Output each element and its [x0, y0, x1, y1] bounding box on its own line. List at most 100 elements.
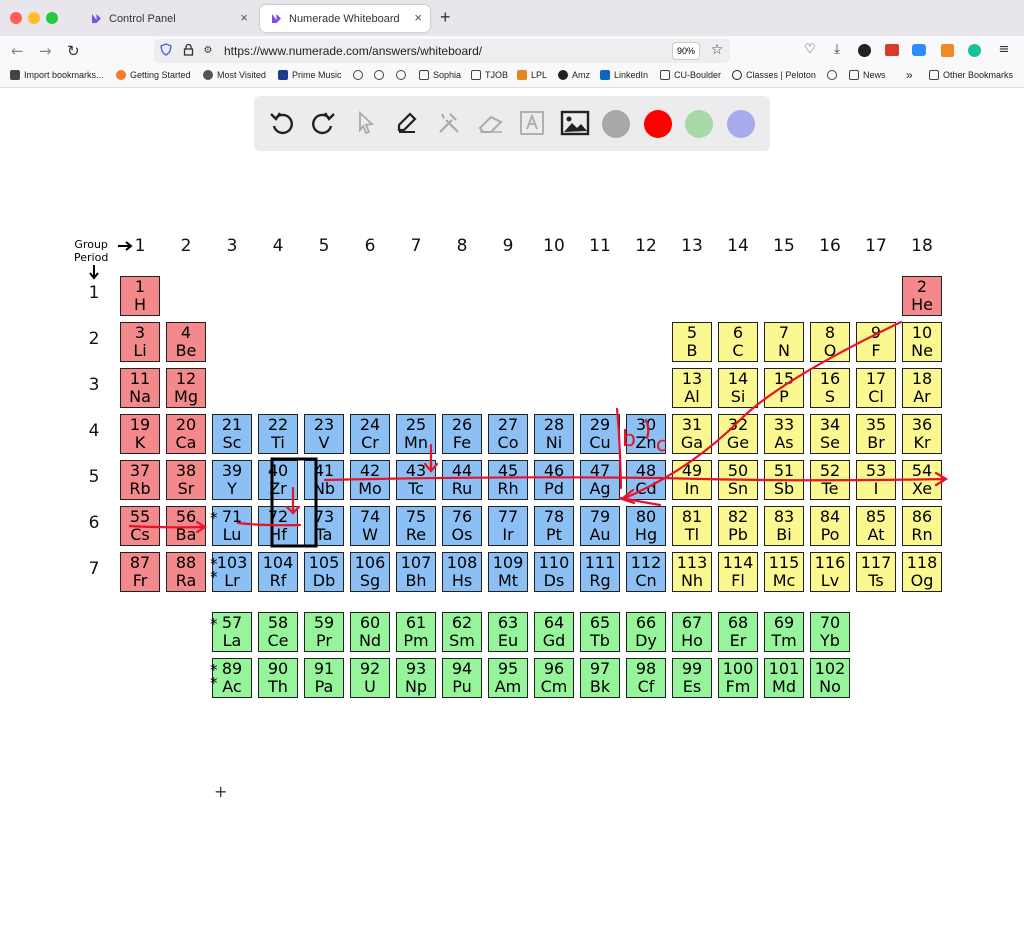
bookmark-lpl[interactable]: LPL: [517, 70, 547, 80]
element-symbol: F: [871, 341, 881, 360]
atomic-number: 60: [359, 613, 381, 632]
crosshair-cursor-icon: +: [214, 782, 228, 801]
atomic-number: 81: [681, 507, 703, 526]
maximize-window-button[interactable]: [46, 12, 58, 24]
element-cell: 3 Li: [120, 322, 160, 362]
tab-control-panel[interactable]: Control Panel ×: [80, 5, 256, 32]
address-bar[interactable]: ⚙ https://www.numerade.com/answers/white…: [154, 39, 730, 63]
bookmark-other[interactable]: Other Bookmarks: [929, 70, 1013, 80]
tab-close-icon[interactable]: ×: [414, 10, 422, 25]
image-icon[interactable]: [559, 107, 591, 139]
close-window-button[interactable]: [10, 12, 22, 24]
atomic-number: 16: [819, 369, 841, 388]
undo-icon[interactable]: [266, 107, 298, 139]
pen-icon[interactable]: [391, 107, 423, 139]
bookmark-peloton[interactable]: Classes | Peloton: [732, 70, 816, 80]
bookmark-linkedin[interactable]: LinkedIn: [600, 70, 648, 80]
color-swatch-gray[interactable]: [602, 110, 630, 138]
atomic-number: 50: [727, 461, 749, 480]
element-symbol: Mo: [358, 479, 382, 498]
atomic-number: 39: [221, 461, 243, 480]
atomic-number: 36: [911, 415, 933, 434]
element-symbol: Lr: [224, 571, 240, 590]
grammarly-icon[interactable]: [966, 42, 982, 58]
pocket-icon[interactable]: ♡: [802, 42, 818, 58]
element-symbol: Mt: [497, 571, 519, 590]
permissions-icon[interactable]: ⚙: [200, 43, 216, 59]
element-symbol: Pm: [403, 631, 429, 650]
atomic-number: 61: [405, 613, 427, 632]
element-symbol: Sc: [222, 433, 242, 452]
bookmarks-bar: Import bookmarks... Getting Started Most…: [0, 66, 1024, 88]
element-cell: 64 Gd: [534, 612, 574, 652]
element-cell: 32 Ge: [718, 414, 758, 454]
color-swatch-red[interactable]: [644, 110, 672, 138]
atomic-number: 35: [865, 415, 887, 434]
lpl-icon: [517, 70, 527, 80]
bookmark-sophia[interactable]: Sophia: [419, 70, 461, 80]
color-swatch-green[interactable]: [685, 110, 713, 138]
forward-icon[interactable]: →: [39, 42, 52, 60]
color-swatch-purple[interactable]: [727, 110, 755, 138]
element-cell: 48 Cd: [626, 460, 666, 500]
element-symbol: Sm: [449, 631, 475, 650]
bookmark-getting-started[interactable]: Getting Started: [116, 70, 191, 80]
bookmark-tjob[interactable]: TJOB: [471, 70, 508, 80]
atomic-number: 49: [681, 461, 703, 480]
element-cell: 55 Cs: [120, 506, 160, 546]
extension-red-icon[interactable]: [884, 42, 900, 58]
bookmark-globe-2[interactable]: [374, 70, 388, 80]
element-cell: 85 At: [856, 506, 896, 546]
element-symbol: He: [911, 295, 933, 314]
menu-icon[interactable]: ≡: [996, 42, 1012, 58]
element-cell: 14 Si: [718, 368, 758, 408]
tools-icon[interactable]: [433, 107, 465, 139]
tab-close-icon[interactable]: ×: [240, 10, 248, 25]
element-cell: 94 Pu: [442, 658, 482, 698]
element-cell: 100 Fm: [718, 658, 758, 698]
bookmark-globe-4[interactable]: [827, 70, 841, 80]
redo-icon[interactable]: [307, 107, 339, 139]
atomic-number: 77: [497, 507, 519, 526]
period-number: 4: [88, 421, 100, 441]
back-icon[interactable]: ←: [11, 42, 24, 60]
shield-icon[interactable]: [158, 43, 174, 59]
atomic-number: 75: [405, 507, 427, 526]
element-symbol: Cu: [589, 433, 611, 452]
downloads-icon[interactable]: ⤓: [829, 42, 845, 58]
numerade-favicon-icon: [90, 12, 103, 25]
element-cell: 53 I: [856, 460, 896, 500]
bookmarks-more-icon[interactable]: »: [906, 68, 913, 82]
bookmark-globe-1[interactable]: [353, 70, 367, 80]
element-symbol: Sg: [359, 571, 381, 590]
text-icon[interactable]: [516, 107, 548, 139]
bookmark-news[interactable]: News: [849, 70, 886, 80]
tab-numerade-whiteboard[interactable]: Numerade Whiteboard ×: [260, 5, 430, 32]
reload-icon[interactable]: ↻: [67, 42, 80, 60]
atomic-number: 45: [497, 461, 519, 480]
bookmark-amz[interactable]: Amz: [558, 70, 590, 80]
bookmark-most-visited[interactable]: Most Visited: [203, 70, 266, 80]
zoom-level[interactable]: 90%: [672, 42, 700, 60]
lock-icon[interactable]: [180, 43, 196, 59]
element-symbol: Ra: [175, 571, 197, 590]
bookmark-import[interactable]: Import bookmarks...: [10, 70, 104, 80]
profile-avatar-icon[interactable]: [856, 42, 872, 58]
eraser-icon[interactable]: [475, 107, 507, 139]
extension-orange-icon[interactable]: [939, 42, 955, 58]
new-tab-button[interactable]: +: [440, 7, 451, 28]
bookmark-prime-music[interactable]: Prime Music: [278, 70, 342, 80]
element-symbol: Ru: [451, 479, 473, 498]
element-symbol: Tc: [408, 479, 424, 498]
element-symbol: Se: [820, 433, 840, 452]
bookmark-star-icon[interactable]: ☆: [709, 42, 725, 58]
group-number: 2: [180, 236, 192, 256]
atomic-number: 42: [359, 461, 381, 480]
minimize-window-button[interactable]: [28, 12, 40, 24]
bookmark-globe-3[interactable]: [396, 70, 410, 80]
atomic-number: 40: [267, 461, 289, 480]
zoom-extension-icon[interactable]: [911, 42, 927, 58]
pointer-icon[interactable]: [350, 107, 382, 139]
element-cell: 79 Au: [580, 506, 620, 546]
bookmark-cu-boulder[interactable]: CU-Boulder: [660, 70, 721, 80]
